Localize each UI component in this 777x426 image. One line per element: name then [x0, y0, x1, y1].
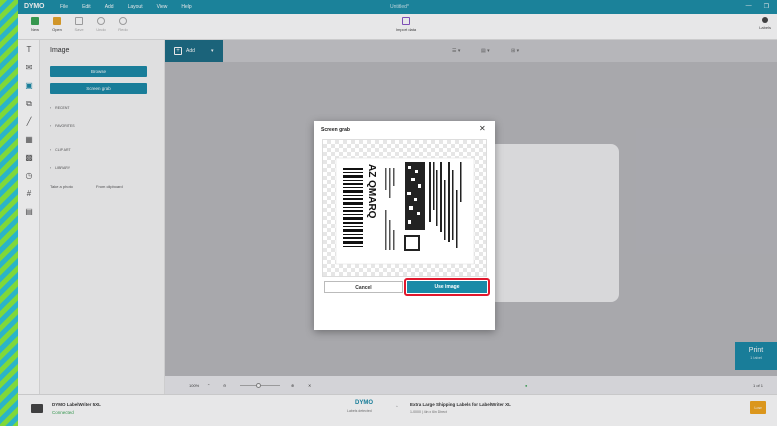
- logo-box-graphic: [404, 235, 420, 251]
- image-preview: AZ QMARQ: [322, 139, 487, 277]
- image-caption: AZ QMARQ: [366, 164, 377, 219]
- shipping-label-image: AZ QMARQ: [335, 157, 475, 265]
- screen-grab-dialog: Screen grab ✕ AZ QMARQ Cancel Use image: [314, 121, 495, 330]
- app-window: DYMO File Edit Add Layout View Help Unti…: [18, 0, 777, 426]
- close-icon[interactable]: ✕: [479, 124, 486, 133]
- highlight-outline: [404, 278, 490, 296]
- dialog-title: Screen grab: [321, 127, 350, 133]
- cancel-button[interactable]: Cancel: [324, 281, 403, 293]
